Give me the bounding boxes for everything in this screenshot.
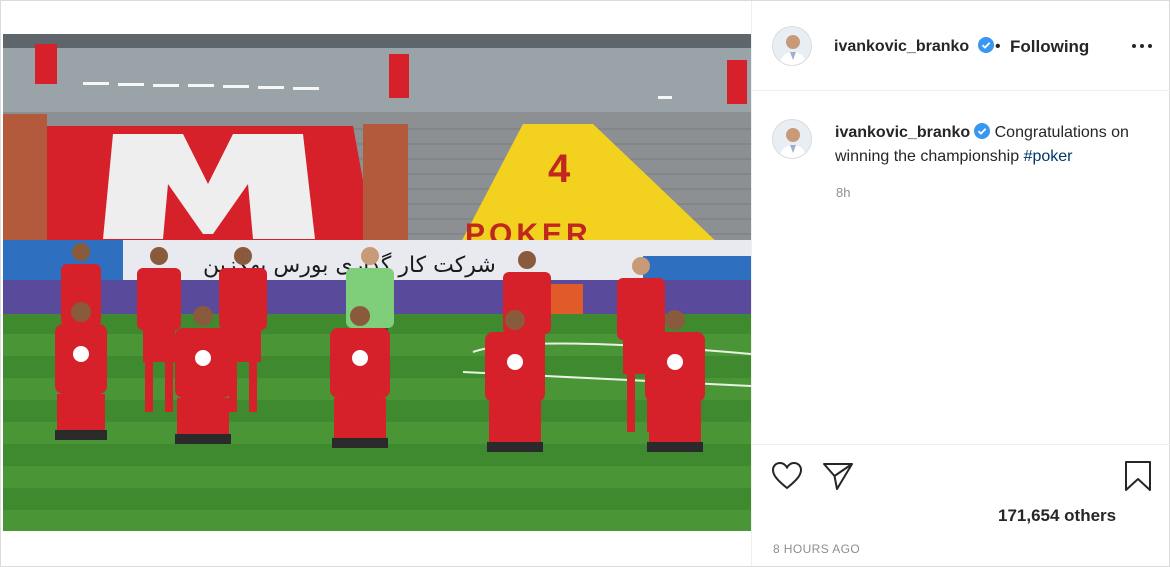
separator-dot: • <box>995 38 1001 55</box>
stand-number: 4 <box>548 147 571 191</box>
hashtag-link[interactable]: #poker <box>1024 148 1073 165</box>
likes-count[interactable]: 171,654 others <box>998 506 1116 526</box>
post-photo[interactable]: 4 POKER شرکت کار گذاری بورس بهگزین <box>3 34 751 531</box>
more-options-icon[interactable] <box>1128 35 1156 57</box>
share-icon[interactable] <box>822 461 854 496</box>
caption-avatar[interactable] <box>772 119 812 159</box>
save-icon[interactable] <box>1124 460 1152 497</box>
verified-icon <box>977 37 994 53</box>
following-button[interactable]: Following <box>1010 37 1089 57</box>
caption-username[interactable]: ivankovic_branko <box>835 124 970 141</box>
post-header: ivankovic_branko • Following <box>752 1 1170 91</box>
post-side-panel: ivankovic_branko • Following ivankovic_b… <box>751 1 1170 566</box>
caption-text: ivankovic_branko Congratulations on winn… <box>835 121 1145 169</box>
post-container: 4 POKER شرکت کار گذاری بورس بهگزین ivank… <box>0 0 1170 567</box>
post-timestamp[interactable]: 8 HOURS AGO <box>773 542 860 556</box>
verified-icon <box>974 123 991 139</box>
header-username[interactable]: ivankovic_branko <box>834 38 969 55</box>
like-icon[interactable] <box>771 461 803 496</box>
header-username-group: ivankovic_branko <box>834 37 994 56</box>
caption-time[interactable]: 8h <box>836 185 850 200</box>
post-media: 4 POKER شرکت کار گذاری بورس بهگزین <box>1 1 751 566</box>
avatar[interactable] <box>772 26 812 66</box>
